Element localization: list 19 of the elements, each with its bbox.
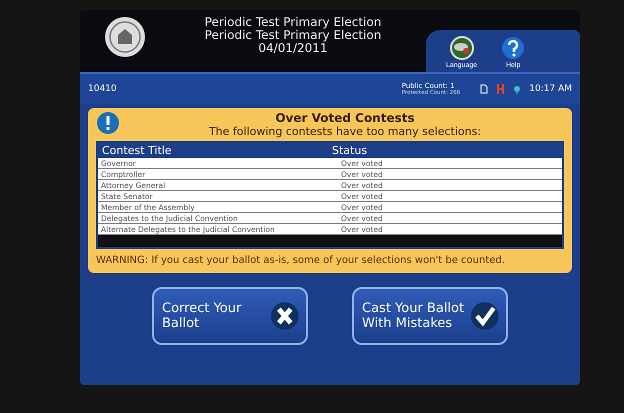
election-title: 04/01/2011	[258, 42, 328, 55]
document-icon	[480, 84, 488, 94]
cast-ballot-button[interactable]: Cast Your Ballot With Mistakes	[352, 287, 508, 345]
checkmark-icon	[470, 301, 500, 331]
column-header: Status	[332, 144, 368, 157]
dialog-message: The following contests have too many selections:	[208, 125, 482, 138]
election-title: Periodic Test Primary Election	[204, 16, 382, 29]
dialog-title: Over Voted Contests	[275, 111, 415, 125]
column-header: Contest Title	[102, 144, 173, 157]
machine-number: 10410	[88, 84, 118, 94]
globe-icon	[448, 36, 475, 60]
h-icon	[496, 84, 506, 94]
correct-ballot-button[interactable]: Correct Your Ballot	[152, 287, 308, 345]
clock: 10:17 AM	[529, 84, 572, 94]
info-icon	[96, 111, 120, 135]
election-title: Periodic Test Primary Election	[204, 29, 382, 42]
warning-text: WARNING: If you cast your ballot as-is, some of your selections won't be counted.	[96, 254, 506, 267]
help-icon	[501, 36, 526, 60]
x-icon	[270, 301, 300, 331]
